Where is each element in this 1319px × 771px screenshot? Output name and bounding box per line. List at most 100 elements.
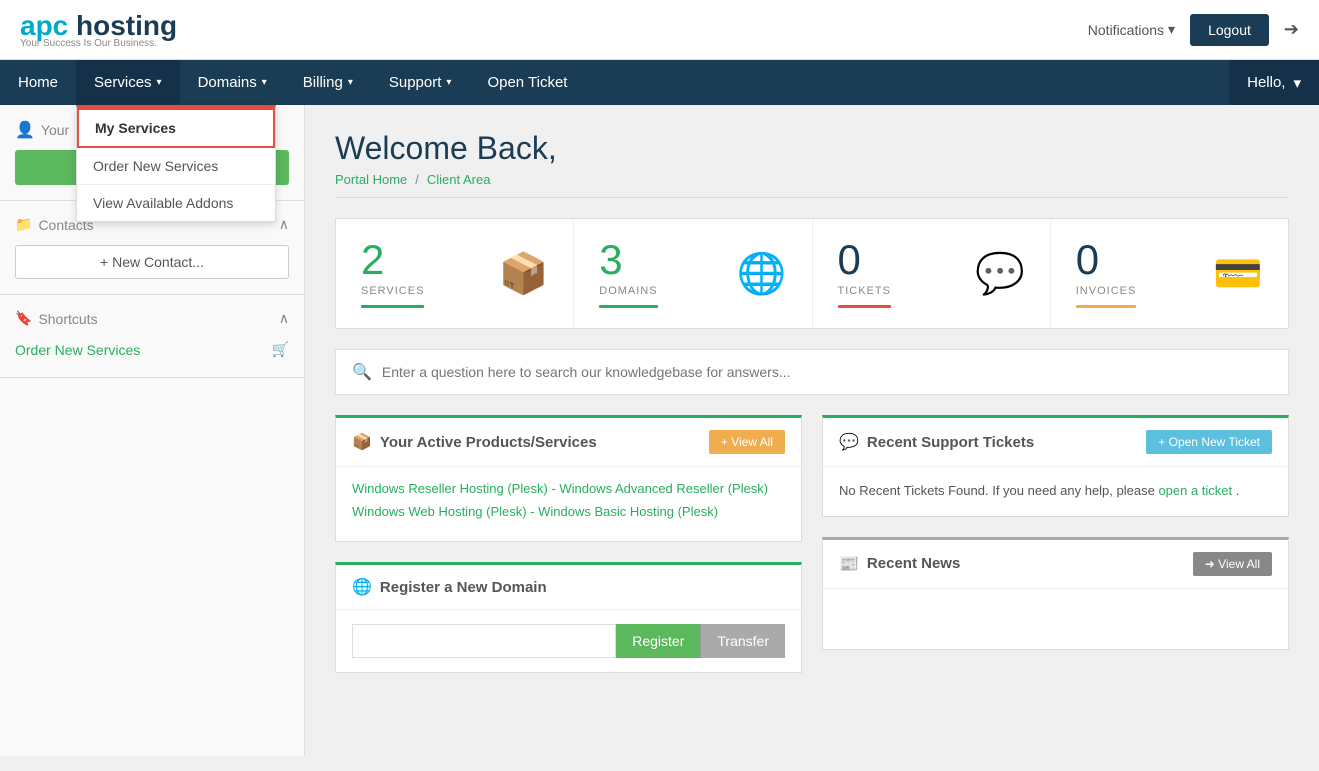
main-content: Welcome Back, Portal Home / Client Area … — [305, 105, 1319, 756]
tickets-label: TICKETS — [838, 285, 891, 297]
shortcuts-header: 🔖 Shortcuts ∧ — [15, 310, 289, 327]
news-view-all-button[interactable]: ➜ View All — [1193, 552, 1272, 576]
support-title: Recent Support Tickets — [867, 434, 1034, 451]
sidebar-shortcuts-section: 🔖 Shortcuts ∧ Order New Services 🛒 — [0, 295, 304, 378]
widgets-row: 📦 Your Active Products/Services + View A… — [335, 415, 1289, 693]
news-header: 📰 Recent News ➜ View All — [823, 540, 1288, 589]
services-dropdown: My Services Order New Services View Avai… — [76, 105, 276, 222]
shortcuts-collapse-icon[interactable]: ∧ — [279, 310, 289, 327]
products-widget: 📦 Your Active Products/Services + View A… — [335, 415, 802, 542]
transfer-button[interactable]: Transfer — [700, 624, 785, 658]
domains-underline — [599, 305, 657, 308]
support-arrow: ▾ — [446, 77, 451, 88]
notifications-arrow: ▾ — [1168, 21, 1175, 38]
domain-title: Register a New Domain — [380, 579, 547, 596]
support-widget: 💬 Recent Support Tickets + Open New Tick… — [822, 415, 1289, 517]
products-body: Windows Reseller Hosting (Plesk) - Windo… — [336, 467, 801, 541]
services-underline — [361, 305, 424, 308]
service-link-2[interactable]: Windows Web Hosting (Plesk) - Windows Ba… — [352, 504, 785, 519]
products-header: 📦 Your Active Products/Services + View A… — [336, 418, 801, 467]
logo-tagline: Your Success Is Our Business. — [20, 38, 177, 49]
stat-invoices[interactable]: 0 INVOICES 💳 — [1051, 219, 1288, 328]
news-widget: 📰 Recent News ➜ View All — [822, 537, 1289, 650]
news-icon: 📰 — [839, 554, 859, 574]
contacts-collapse-icon[interactable]: ∧ — [279, 216, 289, 233]
tickets-icon: 💬 — [975, 250, 1025, 297]
nav-support[interactable]: Support ▾ — [371, 60, 470, 105]
domains-icon: 🌐 — [737, 250, 787, 297]
top-bar: apc hosting Your Success Is Our Business… — [0, 0, 1319, 60]
nav-hello: Hello, ▾ — [1229, 60, 1319, 105]
products-view-all-button[interactable]: + View All — [709, 430, 785, 454]
news-title: Recent News — [867, 555, 960, 572]
logo: apc hosting Your Success Is Our Business… — [20, 10, 177, 49]
no-tickets-text: No Recent Tickets Found. If you need any… — [839, 481, 1272, 502]
nav-home[interactable]: Home — [0, 60, 76, 105]
folder-icon: 📁 — [15, 216, 32, 233]
products-icon: 📦 — [352, 432, 372, 452]
services-icon: 📦 — [498, 250, 548, 297]
dropdown-order-new-services[interactable]: Order New Services — [77, 148, 275, 185]
nav-domains[interactable]: Domains ▾ — [180, 60, 285, 105]
stat-domains[interactable]: 3 DOMAINS 🌐 — [574, 219, 812, 328]
service-link-1[interactable]: Windows Reseller Hosting (Plesk) - Windo… — [352, 481, 785, 496]
exit-icon[interactable]: ➔ — [1284, 19, 1299, 40]
support-body: No Recent Tickets Found. If you need any… — [823, 467, 1288, 516]
breadcrumb-portal-home[interactable]: Portal Home — [335, 172, 407, 187]
news-body — [823, 589, 1288, 649]
nav-billing[interactable]: Billing ▾ — [285, 60, 371, 105]
logo-hosting: hosting — [68, 10, 177, 41]
nav-open-ticket[interactable]: Open Ticket — [469, 60, 585, 105]
notifications-button[interactable]: Notifications ▾ — [1088, 21, 1175, 38]
search-bar: 🔍 — [335, 349, 1289, 395]
shortcut-order-label: Order New Services — [15, 342, 140, 358]
top-right-actions: Notifications ▾ Logout ➔ — [1088, 14, 1299, 46]
support-icon: 💬 — [839, 432, 859, 452]
domains-count: 3 — [599, 239, 657, 281]
search-icon: 🔍 — [352, 362, 372, 382]
tickets-underline — [838, 305, 891, 308]
shortcut-order-new[interactable]: Order New Services 🛒 — [15, 337, 289, 362]
tickets-count: 0 — [838, 239, 891, 281]
products-title: Your Active Products/Services — [380, 434, 597, 451]
new-contact-button[interactable]: + New Contact... — [15, 245, 289, 279]
bookmark-icon: 🔖 — [15, 310, 32, 327]
search-input[interactable] — [382, 364, 1272, 380]
domains-arrow: ▾ — [262, 77, 267, 88]
invoices-label: INVOICES — [1076, 285, 1137, 297]
domain-widget: 🌐 Register a New Domain Register Transfe… — [335, 562, 802, 673]
logo-apc: apc — [20, 10, 68, 41]
open-new-ticket-button[interactable]: + Open New Ticket — [1146, 430, 1272, 454]
register-button[interactable]: Register — [616, 624, 700, 658]
invoices-count: 0 — [1076, 239, 1137, 281]
services-label: SERVICES — [361, 285, 424, 297]
billing-arrow: ▾ — [348, 77, 353, 88]
dropdown-view-addons[interactable]: View Available Addons — [77, 185, 275, 221]
services-count: 2 — [361, 239, 424, 281]
stats-row: 2 SERVICES 📦 3 DOMAINS 🌐 0 TICKETS — [335, 218, 1289, 329]
right-widgets: 💬 Recent Support Tickets + Open New Tick… — [822, 415, 1289, 693]
stat-tickets[interactable]: 0 TICKETS 💬 — [813, 219, 1051, 328]
services-arrow: ▾ — [157, 77, 162, 88]
left-widgets: 📦 Your Active Products/Services + View A… — [335, 415, 802, 693]
breadcrumb-client-area[interactable]: Client Area — [427, 172, 491, 187]
breadcrumb-sep: / — [415, 172, 419, 187]
stat-services[interactable]: 2 SERVICES 📦 — [336, 219, 574, 328]
domain-header: 🌐 Register a New Domain — [336, 565, 801, 610]
shortcuts-label: Shortcuts — [38, 311, 97, 327]
dropdown-my-services[interactable]: My Services — [77, 108, 275, 148]
notifications-label: Notifications — [1088, 22, 1164, 38]
invoices-icon: 💳 — [1213, 250, 1263, 297]
open-ticket-link[interactable]: open a ticket — [1158, 483, 1232, 498]
breadcrumb: Portal Home / Client Area — [335, 172, 1289, 198]
support-header: 💬 Recent Support Tickets + Open New Tick… — [823, 418, 1288, 467]
domains-label: DOMAINS — [599, 285, 657, 297]
logout-button[interactable]: Logout — [1190, 14, 1269, 46]
domain-input[interactable] — [352, 624, 616, 658]
invoices-underline — [1076, 305, 1137, 308]
domain-icon: 🌐 — [352, 577, 372, 597]
nav-services[interactable]: Services ▾ My Services Order New Service… — [76, 60, 180, 105]
domain-input-row: Register Transfer — [336, 610, 801, 672]
nav-dropdown-arrow: ▾ — [1293, 74, 1301, 92]
cart-icon: 🛒 — [272, 341, 289, 358]
